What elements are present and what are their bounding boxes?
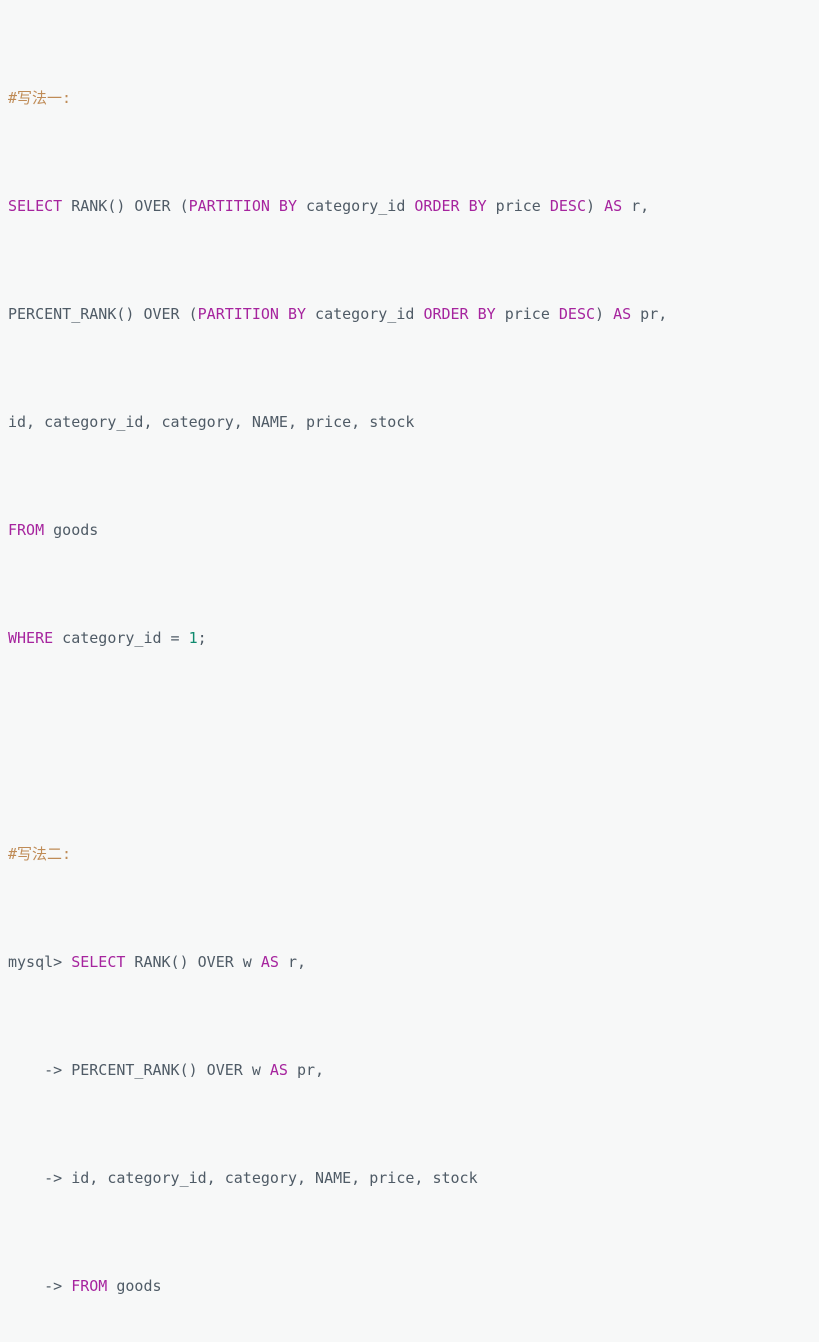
comment-line-one: #写法一: — [8, 85, 819, 112]
query1-line-4: FROM goods — [8, 521, 99, 539]
query1-line-1: SELECT RANK() OVER (PARTITION BY categor… — [8, 197, 650, 215]
query1-line-3: id, category_id, category, NAME, price, … — [8, 413, 415, 431]
comment-text-two: #写法二: — [8, 845, 72, 863]
mysql-prompt: mysql> — [8, 953, 72, 971]
query2-line-2: -> PERCENT_RANK() OVER w AS pr, — [8, 1061, 325, 1079]
query2-line-1: mysql> SELECT RANK() OVER w AS r, — [8, 953, 307, 971]
query2-line-3: -> id, category_id, category, NAME, pric… — [8, 1169, 478, 1187]
comment-text-one: #写法一: — [8, 89, 72, 107]
comment-line-two: #写法二: — [8, 841, 819, 868]
sql-terminal-output: #写法一: SELECT RANK() OVER (PARTITION BY c… — [0, 0, 819, 1342]
query2-line-4: -> FROM goods — [8, 1277, 162, 1295]
query1-line-2: PERCENT_RANK() OVER (PARTITION BY catego… — [8, 305, 668, 323]
query1-line-5: WHERE category_id = 1; — [8, 629, 207, 647]
